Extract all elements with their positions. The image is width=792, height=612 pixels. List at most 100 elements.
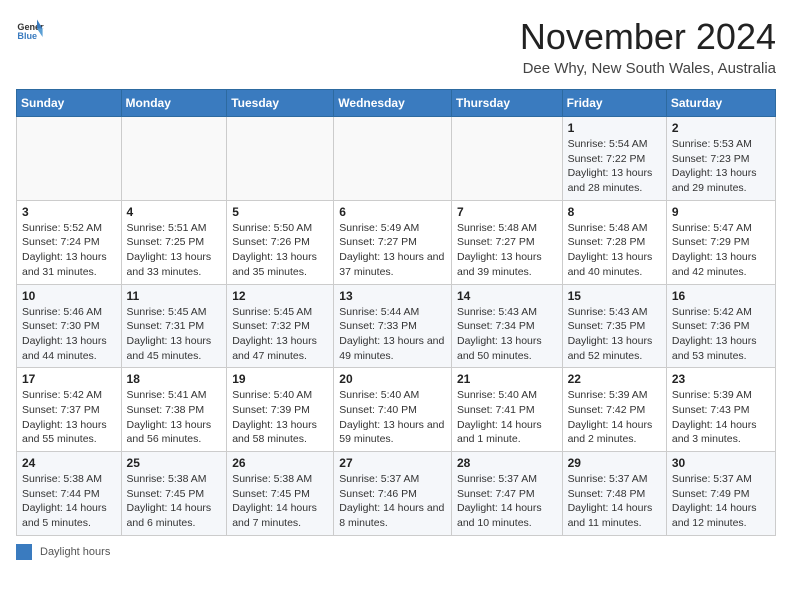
weekday-header-thursday: Thursday xyxy=(451,90,562,117)
weekday-header-tuesday: Tuesday xyxy=(227,90,334,117)
day-number: 23 xyxy=(672,372,770,386)
calendar-cell: 30 Sunrise: 5:37 AMSunset: 7:49 PMDayligh… xyxy=(666,452,775,536)
calendar-cell: 22 Sunrise: 5:39 AMSunset: 7:42 PMDayligh… xyxy=(562,368,666,452)
calendar-cell: 21Sunrise: 5:40 AMSunset: 7:41 PMDayligh… xyxy=(451,368,562,452)
daylight-swatch xyxy=(16,544,32,560)
day-info: Sunrise: 5:38 AMSunset: 7:45 PMDaylight:… xyxy=(127,472,222,531)
day-number: 3 xyxy=(22,205,116,219)
footer-note: Daylight hours xyxy=(16,544,776,560)
calendar-cell: 20 Sunrise: 5:40 AMSunset: 7:40 PMDayligh… xyxy=(334,368,452,452)
weekday-header-saturday: Saturday xyxy=(666,90,775,117)
day-info: Sunrise: 5:37 AMSunset: 7:46 PMDaylight:… xyxy=(339,472,446,531)
weekday-header-wednesday: Wednesday xyxy=(334,90,452,117)
day-info: Sunrise: 5:39 AMSunset: 7:42 PMDaylight:… xyxy=(568,388,661,447)
day-number: 4 xyxy=(127,205,222,219)
calendar-cell: 13 Sunrise: 5:44 AMSunset: 7:33 PMDayligh… xyxy=(334,284,452,368)
weekday-header-monday: Monday xyxy=(121,90,227,117)
calendar-week-5: 24 Sunrise: 5:38 AMSunset: 7:44 PMDayligh… xyxy=(17,452,776,536)
day-info: Sunrise: 5:43 AMSunset: 7:34 PMDaylight:… xyxy=(457,305,557,364)
day-number: 20 xyxy=(339,372,446,386)
day-info: Sunrise: 5:38 AMSunset: 7:45 PMDaylight:… xyxy=(232,472,328,531)
day-number: 24 xyxy=(22,456,116,470)
day-info: Sunrise: 5:40 AMSunset: 7:40 PMDaylight:… xyxy=(339,388,446,447)
calendar-cell: 23Sunrise: 5:39 AMSunset: 7:43 PMDayligh… xyxy=(666,368,775,452)
calendar-cell: 16Sunrise: 5:42 AMSunset: 7:36 PMDayligh… xyxy=(666,284,775,368)
location-title: Dee Why, New South Wales, Australia xyxy=(520,60,776,77)
calendar-week-2: 3 Sunrise: 5:52 AMSunset: 7:24 PMDaylight… xyxy=(17,200,776,284)
weekday-header-sunday: Sunday xyxy=(17,90,122,117)
day-info: Sunrise: 5:37 AMSunset: 7:49 PMDaylight:… xyxy=(672,472,770,531)
day-number: 17 xyxy=(22,372,116,386)
day-info: Sunrise: 5:48 AMSunset: 7:27 PMDaylight:… xyxy=(457,221,557,280)
calendar-cell: 28 Sunrise: 5:37 AMSunset: 7:47 PMDayligh… xyxy=(451,452,562,536)
day-number: 11 xyxy=(127,289,222,303)
day-info: Sunrise: 5:45 AMSunset: 7:32 PMDaylight:… xyxy=(232,305,328,364)
calendar-cell: 27 Sunrise: 5:37 AMSunset: 7:46 PMDayligh… xyxy=(334,452,452,536)
day-number: 9 xyxy=(672,205,770,219)
day-number: 27 xyxy=(339,456,446,470)
day-info: Sunrise: 5:46 AMSunset: 7:30 PMDaylight:… xyxy=(22,305,116,364)
day-number: 22 xyxy=(568,372,661,386)
calendar-cell: 24 Sunrise: 5:38 AMSunset: 7:44 PMDayligh… xyxy=(17,452,122,536)
day-number: 26 xyxy=(232,456,328,470)
day-info: Sunrise: 5:41 AMSunset: 7:38 PMDaylight:… xyxy=(127,388,222,447)
day-info: Sunrise: 5:48 AMSunset: 7:28 PMDaylight:… xyxy=(568,221,661,280)
calendar-cell: 19Sunrise: 5:40 AMSunset: 7:39 PMDayligh… xyxy=(227,368,334,452)
calendar-header: SundayMondayTuesdayWednesdayThursdayFrid… xyxy=(17,90,776,117)
calendar-week-3: 10 Sunrise: 5:46 AMSunset: 7:30 PMDayligh… xyxy=(17,284,776,368)
day-info: Sunrise: 5:44 AMSunset: 7:33 PMDaylight:… xyxy=(339,305,446,364)
day-info: Sunrise: 5:37 AMSunset: 7:47 PMDaylight:… xyxy=(457,472,557,531)
day-number: 15 xyxy=(568,289,661,303)
day-number: 8 xyxy=(568,205,661,219)
day-info: Sunrise: 5:54 AMSunset: 7:22 PMDaylight:… xyxy=(568,137,661,196)
day-info: Sunrise: 5:53 AMSunset: 7:23 PMDaylight:… xyxy=(672,137,770,196)
calendar-cell: 15 Sunrise: 5:43 AMSunset: 7:35 PMDayligh… xyxy=(562,284,666,368)
calendar-cell: 11 Sunrise: 5:45 AMSunset: 7:31 PMDayligh… xyxy=(121,284,227,368)
svg-text:Blue: Blue xyxy=(17,31,37,41)
day-number: 7 xyxy=(457,205,557,219)
day-info: Sunrise: 5:37 AMSunset: 7:48 PMDaylight:… xyxy=(568,472,661,531)
day-number: 14 xyxy=(457,289,557,303)
calendar-cell: 4Sunrise: 5:51 AMSunset: 7:25 PMDaylight… xyxy=(121,200,227,284)
calendar-week-4: 17Sunrise: 5:42 AMSunset: 7:37 PMDayligh… xyxy=(17,368,776,452)
day-number: 28 xyxy=(457,456,557,470)
calendar-cell: 1 Sunrise: 5:54 AMSunset: 7:22 PMDaylight… xyxy=(562,117,666,201)
day-number: 19 xyxy=(232,372,328,386)
day-number: 10 xyxy=(22,289,116,303)
title-area: November 2024 Dee Why, New South Wales, … xyxy=(520,16,776,77)
calendar-cell: 3 Sunrise: 5:52 AMSunset: 7:24 PMDaylight… xyxy=(17,200,122,284)
day-info: Sunrise: 5:45 AMSunset: 7:31 PMDaylight:… xyxy=(127,305,222,364)
logo: General Blue xyxy=(16,16,44,44)
day-number: 18 xyxy=(127,372,222,386)
calendar-cell: 14 Sunrise: 5:43 AMSunset: 7:34 PMDayligh… xyxy=(451,284,562,368)
day-number: 2 xyxy=(672,121,770,135)
calendar-cell: 25 Sunrise: 5:38 AMSunset: 7:45 PMDayligh… xyxy=(121,452,227,536)
day-info: Sunrise: 5:38 AMSunset: 7:44 PMDaylight:… xyxy=(22,472,116,531)
calendar-cell: 2 Sunrise: 5:53 AMSunset: 7:23 PMDaylight… xyxy=(666,117,775,201)
day-number: 5 xyxy=(232,205,328,219)
day-info: Sunrise: 5:52 AMSunset: 7:24 PMDaylight:… xyxy=(22,221,116,280)
calendar-cell: 29 Sunrise: 5:37 AMSunset: 7:48 PMDayligh… xyxy=(562,452,666,536)
day-number: 12 xyxy=(232,289,328,303)
day-number: 16 xyxy=(672,289,770,303)
calendar-cell: 7 Sunrise: 5:48 AMSunset: 7:27 PMDaylight… xyxy=(451,200,562,284)
calendar-cell xyxy=(451,117,562,201)
header: General Blue November 2024 Dee Why, New … xyxy=(16,16,776,77)
day-info: Sunrise: 5:43 AMSunset: 7:35 PMDaylight:… xyxy=(568,305,661,364)
day-number: 30 xyxy=(672,456,770,470)
day-info: Sunrise: 5:47 AMSunset: 7:29 PMDaylight:… xyxy=(672,221,770,280)
calendar-cell: 26 Sunrise: 5:38 AMSunset: 7:45 PMDayligh… xyxy=(227,452,334,536)
calendar-cell xyxy=(121,117,227,201)
day-number: 13 xyxy=(339,289,446,303)
day-info: Sunrise: 5:50 AMSunset: 7:26 PMDaylight:… xyxy=(232,221,328,280)
calendar-cell: 12 Sunrise: 5:45 AMSunset: 7:32 PMDayligh… xyxy=(227,284,334,368)
day-number: 1 xyxy=(568,121,661,135)
calendar-cell: 8 Sunrise: 5:48 AMSunset: 7:28 PMDaylight… xyxy=(562,200,666,284)
calendar-body: 1 Sunrise: 5:54 AMSunset: 7:22 PMDaylight… xyxy=(17,117,776,536)
day-number: 29 xyxy=(568,456,661,470)
calendar-cell: 5 Sunrise: 5:50 AMSunset: 7:26 PMDaylight… xyxy=(227,200,334,284)
daylight-label: Daylight hours xyxy=(40,546,110,558)
calendar-table: SundayMondayTuesdayWednesdayThursdayFrid… xyxy=(16,89,776,536)
day-number: 25 xyxy=(127,456,222,470)
calendar-cell xyxy=(227,117,334,201)
